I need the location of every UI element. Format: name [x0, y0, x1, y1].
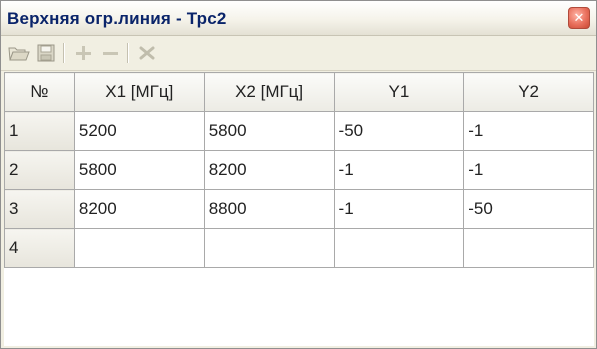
table-row: 3 8200 8800 -1 -50 — [4, 189, 594, 229]
toolbar — [1, 36, 596, 71]
row-number-cell[interactable]: 2 — [4, 150, 75, 190]
toolbar-separator — [127, 43, 129, 63]
add-plus-icon — [76, 46, 91, 60]
header-row: № X1 [МГц] X2 [МГц] Y1 Y2 — [4, 72, 594, 112]
x1-cell[interactable]: 5200 — [73, 111, 205, 151]
x2-cell[interactable]: 5800 — [203, 111, 335, 151]
x2-cell[interactable] — [203, 228, 335, 268]
column-header-y2[interactable]: Y2 — [463, 72, 594, 112]
x1-cell[interactable]: 8200 — [73, 189, 205, 229]
add-row-button[interactable] — [71, 42, 95, 64]
table-row: 4 — [4, 228, 594, 268]
remove-minus-icon — [103, 52, 118, 55]
close-button[interactable]: ✕ — [568, 7, 590, 29]
open-folder-button[interactable] — [7, 42, 31, 64]
column-header-x2[interactable]: X2 [МГц] — [203, 72, 335, 112]
table-row: 2 5800 8200 -1 -1 — [4, 150, 594, 190]
grid-table: № X1 [МГц] X2 [МГц] Y1 Y2 1 5200 5800 -5… — [4, 72, 594, 268]
save-button[interactable] — [34, 42, 58, 64]
y1-cell[interactable] — [333, 228, 465, 268]
y1-cell[interactable]: -50 — [333, 111, 465, 151]
title-bar[interactable]: Верхняя огр.линия - Трс2 ✕ — [1, 1, 596, 36]
delete-x-icon — [139, 46, 155, 60]
column-header-number[interactable]: № — [4, 72, 75, 112]
data-grid: № X1 [МГц] X2 [МГц] Y1 Y2 1 5200 5800 -5… — [4, 72, 594, 346]
row-number-cell[interactable]: 1 — [4, 111, 75, 151]
column-header-x1[interactable]: X1 [МГц] — [73, 72, 205, 112]
open-folder-icon — [8, 47, 30, 61]
dialog-window: Верхняя огр.линия - Трс2 ✕ № X1 [МГц] X2… — [0, 0, 597, 349]
x1-cell[interactable]: 5800 — [73, 150, 205, 190]
delete-button[interactable] — [135, 42, 159, 64]
table-row: 1 5200 5800 -50 -1 — [4, 111, 594, 151]
y2-cell[interactable] — [463, 228, 594, 268]
y2-cell[interactable]: -50 — [463, 189, 594, 229]
y2-cell[interactable]: -1 — [463, 111, 594, 151]
x1-cell[interactable] — [73, 228, 205, 268]
toolbar-separator — [63, 43, 65, 63]
remove-row-button[interactable] — [98, 42, 122, 64]
x2-cell[interactable]: 8200 — [203, 150, 335, 190]
save-disk-icon — [37, 44, 55, 62]
y1-cell[interactable]: -1 — [333, 189, 465, 229]
row-number-cell[interactable]: 3 — [4, 189, 75, 229]
row-number-cell[interactable]: 4 — [4, 228, 75, 268]
y1-cell[interactable]: -1 — [333, 150, 465, 190]
y2-cell[interactable]: -1 — [463, 150, 594, 190]
window-title: Верхняя огр.линия - Трс2 — [7, 9, 227, 28]
x2-cell[interactable]: 8800 — [203, 189, 335, 229]
column-header-y1[interactable]: Y1 — [333, 72, 465, 112]
